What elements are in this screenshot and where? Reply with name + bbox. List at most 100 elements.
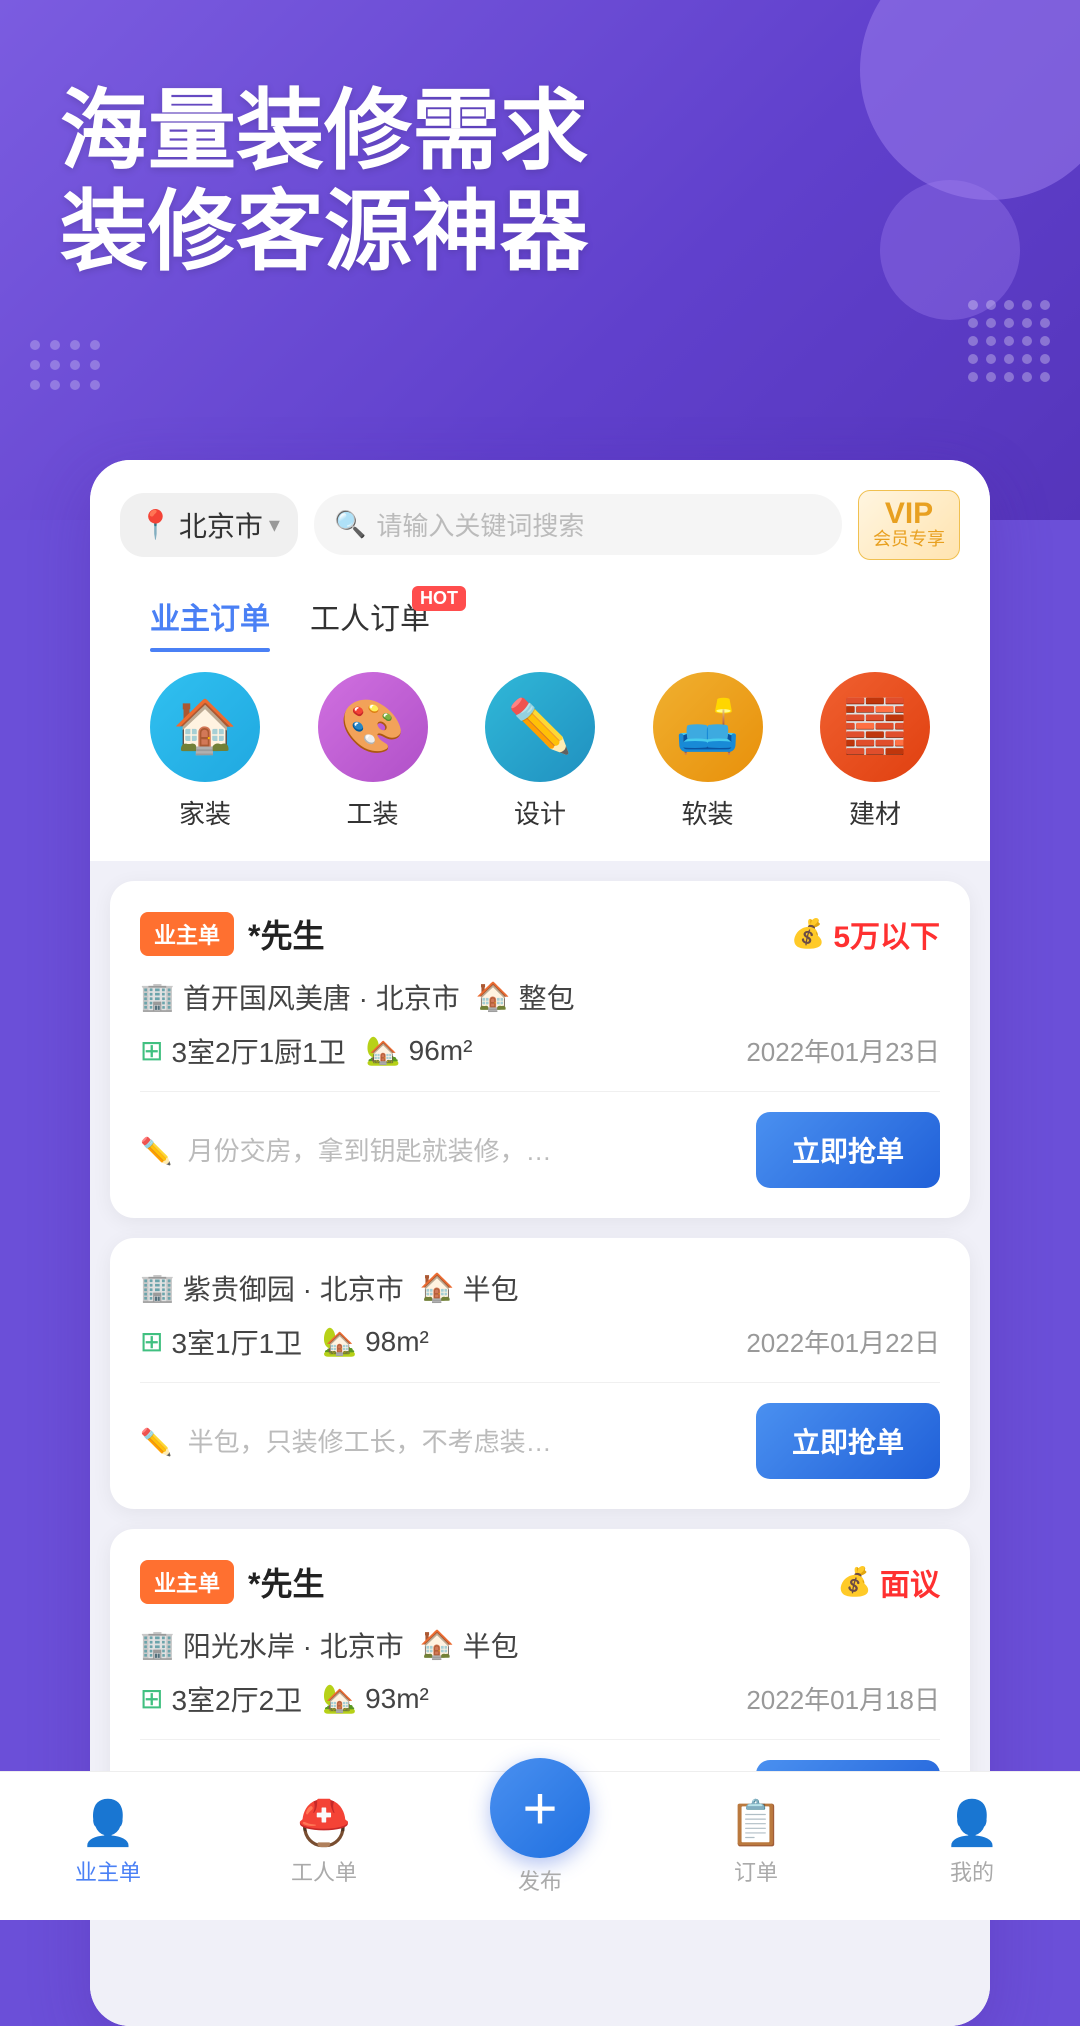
order-2-community: 🏢 紫贵御园 · 北京市 — [140, 1268, 404, 1308]
nav-label-owner: 业主单 — [75, 1855, 141, 1887]
nav-label-worker: 工人单 — [291, 1855, 357, 1887]
building-icon-3: 🏢 — [140, 1628, 175, 1661]
grab-btn-1[interactable]: 立即抢单 — [756, 1112, 940, 1188]
house-icon-2: 🏠 — [420, 1271, 455, 1304]
order-2-meta-row: ⊞ 3室1厅1卫 🏡 98m² 2022年01月22日 — [140, 1322, 940, 1362]
tab-worker-orders[interactable]: 工人订单 HOT — [310, 580, 430, 652]
order-1-remark: ✏️ 月份交房，拿到钥匙就装修，… — [140, 1131, 756, 1168]
nav-item-owner[interactable]: 👤 业主单 — [0, 1797, 216, 1887]
order-1-area: 🏡 96m² — [366, 1034, 473, 1067]
order-1-price: 💰 5万以下 — [790, 912, 940, 956]
category-gongzhuang[interactable]: 🎨 工装 — [318, 672, 428, 831]
chevron-down-icon: ▾ — [269, 512, 280, 538]
categories-row: 🏠 家装 🎨 工装 ✏️ 设计 🛋️ 软装 — [120, 652, 960, 861]
cat-icon-jiazhuang: 🏠 — [150, 672, 260, 782]
layout-icon-3: ⊞ — [140, 1682, 163, 1715]
order-2-community-row: 🏢 紫贵御园 · 北京市 🏠 半包 — [140, 1268, 940, 1308]
nav-item-publish[interactable]: + 发布 — [432, 1788, 648, 1896]
order-2-date: 2022年01月22日 — [746, 1323, 940, 1360]
tabs-row: 业主订单 工人订单 HOT — [120, 580, 960, 652]
order-card-1: 业主单 *先生 💰 5万以下 🏢 首开国风美唐 · 北京市 — [110, 881, 970, 1218]
order-3-header: 业主单 *先生 💰 面议 — [140, 1559, 940, 1605]
order-1-footer: ✏️ 月份交房，拿到钥匙就装修，… 立即抢单 — [140, 1091, 940, 1188]
hero-section: 海量装修需求 装修客源神器 — [0, 0, 1080, 520]
nav-label-mine: 我的 — [950, 1855, 994, 1887]
order-3-date: 2022年01月18日 — [746, 1680, 940, 1717]
search-placeholder: 请输入关键词搜索 — [376, 506, 584, 543]
remark-icon-1: ✏️ — [140, 1136, 172, 1166]
order-2-package: 🏠 半包 — [420, 1268, 519, 1308]
cat-label-gongzhuang: 工装 — [346, 794, 398, 831]
vip-badge[interactable]: VIP 会员专享 — [858, 490, 960, 560]
order-1-header: 业主单 *先生 💰 5万以下 — [140, 911, 940, 957]
nav-item-orders[interactable]: 📋 订单 — [648, 1797, 864, 1887]
category-jiancai[interactable]: 🧱 建材 — [820, 672, 930, 831]
order-3-area: 🏡 93m² — [322, 1682, 429, 1715]
plus-icon: + — [522, 1774, 557, 1843]
house-icon-3: 🏠 — [420, 1628, 455, 1661]
order-2-remark: ✏️ 半包，只装修工长，不考虑装… — [140, 1422, 756, 1459]
order-3-name: *先生 — [248, 1559, 324, 1605]
building-icon-1: 🏢 — [140, 980, 175, 1013]
order-1-package: 🏠 整包 — [476, 977, 575, 1017]
location-button[interactable]: 📍 北京市 ▾ — [120, 493, 298, 557]
order-3-meta-row: ⊞ 3室2厅2卫 🏡 93m² 2022年01月18日 — [140, 1679, 940, 1719]
nav-fab-publish[interactable]: + — [490, 1758, 590, 1858]
order-1-header-left: 业主单 *先生 — [140, 911, 324, 957]
price-icon-1: 💰 — [790, 917, 825, 950]
order-1-name: *先生 — [248, 911, 324, 957]
order-card-2: 🏢 紫贵御园 · 北京市 🏠 半包 ⊞ 3室1厅1卫 — [110, 1238, 970, 1509]
area-icon-2: 🏡 — [322, 1325, 357, 1358]
order-3-package: 🏠 半包 — [420, 1625, 519, 1665]
nav-label-publish: 发布 — [518, 1864, 562, 1896]
cat-label-sheji: 设计 — [514, 794, 566, 831]
order-1-community: 🏢 首开国风美唐 · 北京市 — [140, 977, 460, 1017]
order-1-date: 2022年01月23日 — [746, 1032, 940, 1069]
order-3-community-row: 🏢 阳光水岸 · 北京市 🏠 半包 — [140, 1625, 940, 1665]
search-input-area[interactable]: 🔍 请输入关键词搜索 — [314, 494, 842, 555]
category-jiazhuang[interactable]: 🏠 家装 — [150, 672, 260, 831]
cat-label-jiancai: 建材 — [849, 794, 901, 831]
order-3-badge: 业主单 — [140, 1560, 234, 1604]
order-2-area: 🏡 98m² — [322, 1325, 429, 1358]
cat-icon-ruanzhuang: 🛋️ — [653, 672, 763, 782]
hot-badge: HOT — [412, 586, 466, 611]
order-1-meta-row: ⊞ 3室2厅1厨1卫 🏡 96m² 2022年01月23日 — [140, 1031, 940, 1071]
order-2-footer: ✏️ 半包，只装修工长，不考虑装… 立即抢单 — [140, 1382, 940, 1479]
order-2-rooms: ⊞ 3室1厅1卫 — [140, 1322, 302, 1362]
category-sheji[interactable]: ✏️ 设计 — [485, 672, 595, 831]
search-bar-area: 📍 北京市 ▾ 🔍 请输入关键词搜索 VIP 会员专享 — [90, 460, 990, 861]
hero-dots-right — [968, 300, 1050, 382]
nav-item-worker[interactable]: ⛑️ 工人单 — [216, 1797, 432, 1887]
order-1-rooms: ⊞ 3室2厅1厨1卫 — [140, 1031, 346, 1071]
grab-btn-2[interactable]: 立即抢单 — [756, 1403, 940, 1479]
order-1-community-text: 首开国风美唐 · 北京市 — [183, 977, 460, 1017]
hero-dots-left — [30, 340, 100, 390]
hero-title: 海量装修需求 装修客源神器 — [60, 80, 1020, 282]
order-3-rooms: ⊞ 3室2厅2卫 — [140, 1679, 302, 1719]
nav-label-orders: 订单 — [734, 1855, 778, 1887]
search-icon: 🔍 — [334, 509, 366, 540]
search-row: 📍 北京市 ▾ 🔍 请输入关键词搜索 VIP 会员专享 — [120, 490, 960, 560]
order-1-badge: 业主单 — [140, 912, 234, 956]
nav-item-mine[interactable]: 👤 我的 — [864, 1797, 1080, 1887]
location-pin-icon: 📍 — [138, 508, 173, 541]
cat-label-jiazhuang: 家装 — [179, 794, 231, 831]
tab-owner-orders[interactable]: 业主订单 — [150, 580, 270, 652]
vip-text: VIP — [873, 499, 945, 529]
house-icon-1: 🏠 — [476, 980, 511, 1013]
order-1-community-row: 🏢 首开国风美唐 · 北京市 🏠 整包 — [140, 977, 940, 1017]
nav-icon-orders: 📋 — [729, 1797, 784, 1849]
bottom-nav: 👤 业主单 ⛑️ 工人单 + 发布 📋 订单 👤 我的 — [0, 1771, 1080, 1920]
nav-icon-worker: ⛑️ — [297, 1797, 352, 1849]
nav-icon-owner: 👤 — [81, 1797, 136, 1849]
cat-icon-gongzhuang: 🎨 — [318, 672, 428, 782]
layout-icon-1: ⊞ — [140, 1034, 163, 1067]
order-3-price: 💰 面议 — [837, 1560, 940, 1604]
cat-icon-jiancai: 🧱 — [820, 672, 930, 782]
cat-label-ruanzhuang: 软装 — [681, 794, 733, 831]
category-ruanzhuang[interactable]: 🛋️ 软装 — [653, 672, 763, 831]
order-3-header-left: 业主单 *先生 — [140, 1559, 324, 1605]
area-icon-1: 🏡 — [366, 1034, 401, 1067]
location-text: 北京市 — [179, 505, 263, 545]
